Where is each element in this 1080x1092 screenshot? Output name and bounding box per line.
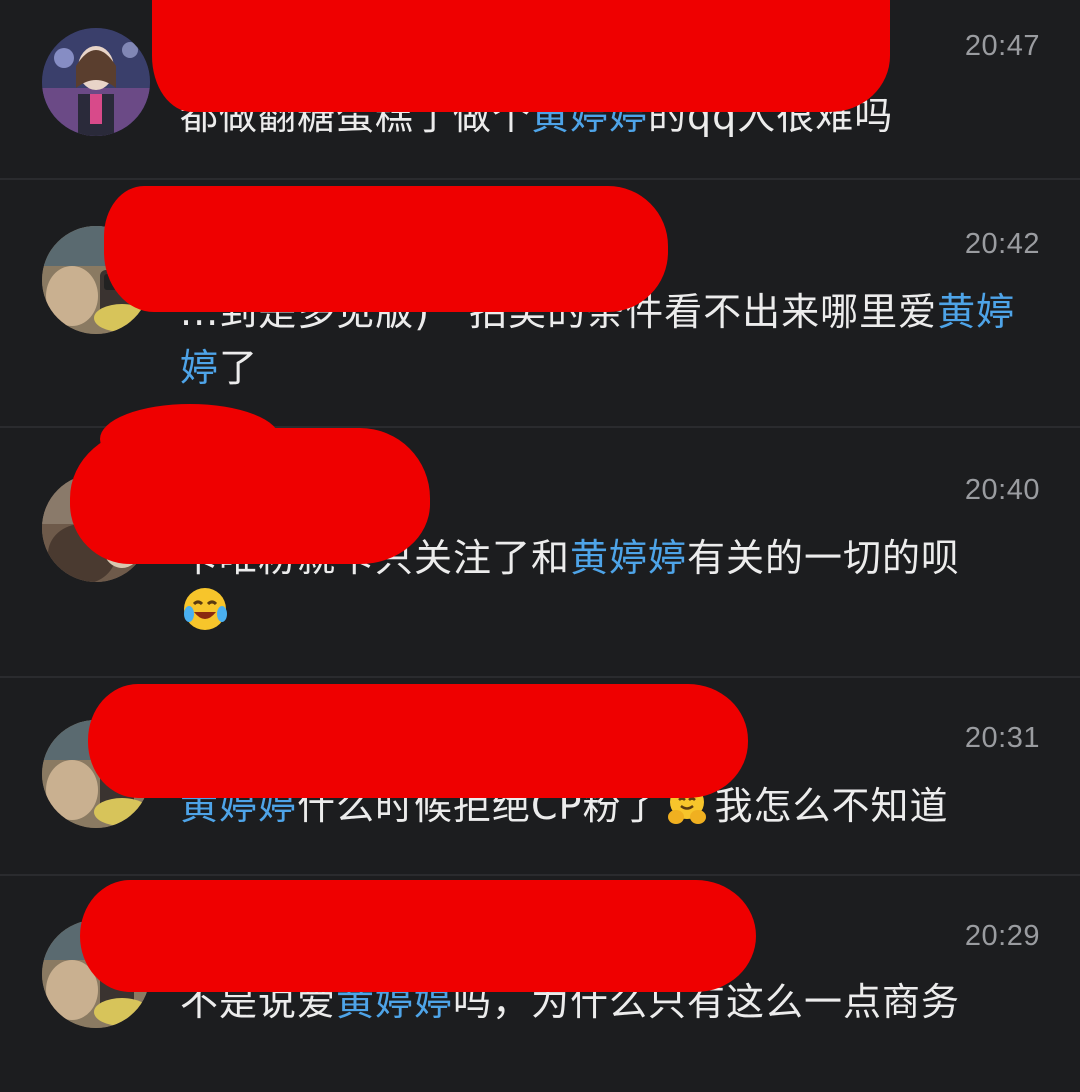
timestamp: 20:29: [964, 920, 1040, 952]
laughing-tears-emoji: [180, 584, 230, 638]
comment-item[interactable]: 20:42 ...到是多见版) 拍美的条件看不出来哪里爱黄婷婷了: [0, 180, 1080, 428]
comment-item[interactable]: 20:29 不是说爱黄婷婷吗，为什么只有这么一点商务: [0, 876, 1080, 1092]
redaction-mark: [152, 0, 890, 112]
mention-link[interactable]: 黄婷婷: [570, 536, 687, 580]
redaction-mark: [100, 404, 280, 474]
comment-item[interactable]: 20:40 卡唯粉就卡只关注了和黄婷婷有关的一切的呗: [0, 404, 1080, 678]
redaction-mark: [88, 684, 748, 798]
timestamp: 20:42: [964, 228, 1040, 260]
avatar-image: [42, 28, 150, 136]
avatar[interactable]: [42, 28, 150, 136]
comment-item[interactable]: 20:31 黄婷婷什么时候拒绝CP粉了 我怎么不知道: [0, 678, 1080, 876]
comment-item[interactable]: 20:47 都做翻糖蛋糕了做个黄婷婷的qq人很难吗: [0, 0, 1080, 180]
timestamp: 20:31: [964, 722, 1040, 754]
redaction-mark: [104, 186, 668, 312]
redaction-mark: [80, 880, 756, 992]
timestamp: 20:47: [964, 30, 1040, 62]
timestamp: 20:40: [964, 474, 1040, 506]
